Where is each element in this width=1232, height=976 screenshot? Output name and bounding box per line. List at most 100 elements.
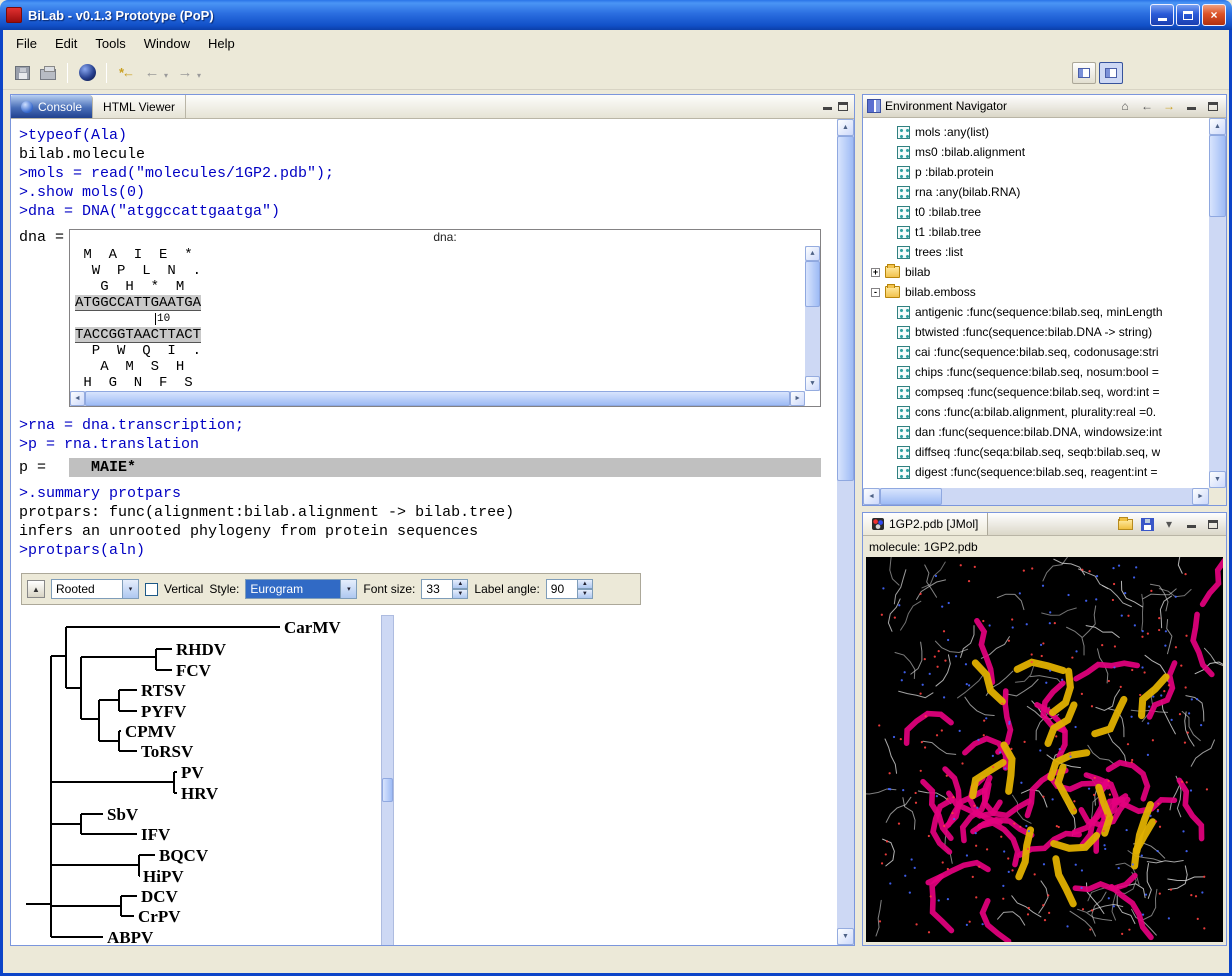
scrollbar-thumb[interactable] [85,391,790,406]
molecule-canvas[interactable] [866,557,1223,942]
menu-file[interactable]: File [7,32,46,55]
label-angle-value[interactable]: 90 [546,579,578,599]
scroll-left-button[interactable]: ◄ [863,488,880,505]
menu-help[interactable]: Help [199,32,244,55]
print-button[interactable] [37,62,59,84]
env-item-bilab.emboss[interactable]: -bilab.emboss [863,282,1209,302]
forward-button[interactable]: → [1160,98,1178,114]
env-item-p[interactable]: p :bilab.protein [863,162,1209,182]
tree-vertical-scrollbar[interactable] [381,615,394,945]
spinner-up-icon[interactable]: ▲ [578,579,593,589]
perspective-button-open[interactable] [1072,62,1096,84]
atom-dot [1094,777,1096,779]
last-edit-location-button[interactable]: *← [115,62,137,84]
font-size-stepper[interactable]: 33 ▲ ▼ [421,579,468,599]
rooted-dropdown[interactable]: Rooted ▾ [51,579,139,599]
atom-dot [1003,850,1005,852]
scroll-right-button[interactable]: ► [790,391,805,406]
close-button[interactable]: × [1202,4,1226,26]
scrollbar-thumb[interactable] [837,136,854,481]
atom-dot [1056,825,1058,827]
env-item-bilab[interactable]: +bilab [863,262,1209,282]
spinner-down-icon[interactable]: ▼ [578,589,593,599]
env-item-cons[interactable]: cons :func(a:bilab.alignment, plurality:… [863,402,1209,422]
chevron-down-icon[interactable]: ▾ [340,580,356,598]
save-view-button[interactable] [1138,516,1156,532]
save-button[interactable] [11,62,33,84]
minimize-view-button[interactable] [1182,98,1200,114]
font-size-value[interactable]: 33 [421,579,453,599]
spinner-down-icon[interactable]: ▼ [453,589,468,599]
tab-console[interactable]: Console [11,95,93,118]
env-item-cai[interactable]: cai :func(sequence:bilab.seq, codonusage… [863,342,1209,362]
env-item-digest[interactable]: digest :func(sequence:bilab.seq, reagent… [863,462,1209,482]
scroll-up-button[interactable]: ▲ [1209,118,1226,135]
spinner-up-icon[interactable]: ▲ [453,579,468,589]
tab-1gp2-jmol[interactable]: 1GP2.pdb [JMol] [863,513,988,535]
collapse-panel-button[interactable]: ▲ [27,580,45,598]
run-button[interactable] [76,62,98,84]
env-item-t0[interactable]: t0 :bilab.tree [863,202,1209,222]
console-minimize-icon[interactable] [823,103,832,110]
back-history-dropdown[interactable]: ▾ [164,71,168,80]
env-item-rna[interactable]: rna :any(bilab.RNA) [863,182,1209,202]
chevron-down-icon[interactable]: ▾ [122,580,138,598]
toolbar: *← ← ▾ → ▾ [3,56,1229,90]
dna-horizontal-scrollbar[interactable]: ◄ ► [70,391,805,406]
env-horizontal-scrollbar[interactable]: ◄ ► [863,488,1209,505]
env-item-t1[interactable]: t1 :bilab.tree [863,222,1209,242]
open-file-button[interactable] [1116,516,1134,532]
scroll-down-button[interactable]: ▼ [805,376,820,391]
perspective-button-current[interactable] [1099,62,1123,84]
back-button[interactable]: ← [141,62,163,84]
minimize-button[interactable] [1150,4,1174,26]
scroll-left-button[interactable]: ◄ [70,391,85,406]
scrollbar-thumb[interactable] [805,261,820,307]
back-button[interactable]: ← [1138,98,1156,114]
tab-html-viewer[interactable]: HTML Viewer [93,95,186,118]
env-item-diffseq[interactable]: diffseq :func(seqa:bilab.seq, seqb:bilab… [863,442,1209,462]
expand-icon[interactable]: + [871,268,880,277]
scroll-up-button[interactable]: ▲ [805,246,820,261]
env-item-trees[interactable]: trees :list [863,242,1209,262]
forward-history-dropdown[interactable]: ▾ [197,71,201,80]
console-vertical-scrollbar[interactable]: ▲ ▼ [837,119,854,945]
home-button[interactable]: ⌂ [1116,98,1134,114]
menu-window[interactable]: Window [135,32,199,55]
env-item-dan[interactable]: dan :func(sequence:bilab.DNA, windowsize… [863,422,1209,442]
env-vertical-scrollbar[interactable]: ▲ ▼ [1209,118,1226,488]
env-item-compseq[interactable]: compseq :func(sequence:bilab.seq, word:i… [863,382,1209,402]
scroll-up-button[interactable]: ▲ [837,119,854,136]
forward-button[interactable]: → [174,62,196,84]
maximize-view-button[interactable] [1204,516,1222,532]
env-item-ms0[interactable]: ms0 :bilab.alignment [863,142,1209,162]
scroll-right-button[interactable]: ► [1192,488,1209,505]
dna-vertical-scrollbar[interactable]: ▲ ▼ [805,246,820,391]
atom-dot [921,741,923,743]
collapse-icon[interactable]: - [871,288,880,297]
scrollbar-thumb[interactable] [880,488,942,505]
env-item-chips[interactable]: chips :func(sequence:bilab.seq, nosum:bo… [863,362,1209,382]
env-item-mols[interactable]: mols :any(list) [863,122,1209,142]
label-angle-stepper[interactable]: 90 ▲ ▼ [546,579,593,599]
env-item-antigenic[interactable]: antigenic :func(sequence:bilab.seq, minL… [863,302,1209,322]
dna-sequence-widget[interactable]: dna: M A I E * W P L N . G H * MATGGCCAT… [69,229,821,407]
style-dropdown[interactable]: Eurogram ▾ [245,579,357,599]
atom-dot [1190,789,1192,791]
vertical-checkbox[interactable] [145,583,158,596]
scrollbar-thumb[interactable] [1209,135,1226,217]
console-maximize-icon[interactable] [838,102,848,111]
menu-tools[interactable]: Tools [86,32,134,55]
maximize-button[interactable] [1176,4,1200,26]
scroll-down-button[interactable]: ▼ [837,928,854,945]
minimize-view-button[interactable] [1182,516,1200,532]
menu-edit[interactable]: Edit [46,32,86,55]
tree-drawing[interactable]: CarMVRHDVFCVRTSVPYFVCPMVToRSVPVHRVSbVIFV… [21,615,379,945]
maximize-view-button[interactable] [1204,98,1222,114]
window-titlebar[interactable]: BiLab - v0.1.3 Prototype (PoP) × [0,0,1232,30]
scroll-down-button[interactable]: ▼ [1209,471,1226,488]
env-item-btwisted[interactable]: btwisted :func(sequence:bilab.DNA -> str… [863,322,1209,342]
console-output-area[interactable]: >typeof(Ala)bilab.molecule>mols = read("… [11,119,837,945]
scrollbar-thumb[interactable] [382,778,393,802]
view-menu-dropdown[interactable]: ▾ [1160,516,1178,532]
